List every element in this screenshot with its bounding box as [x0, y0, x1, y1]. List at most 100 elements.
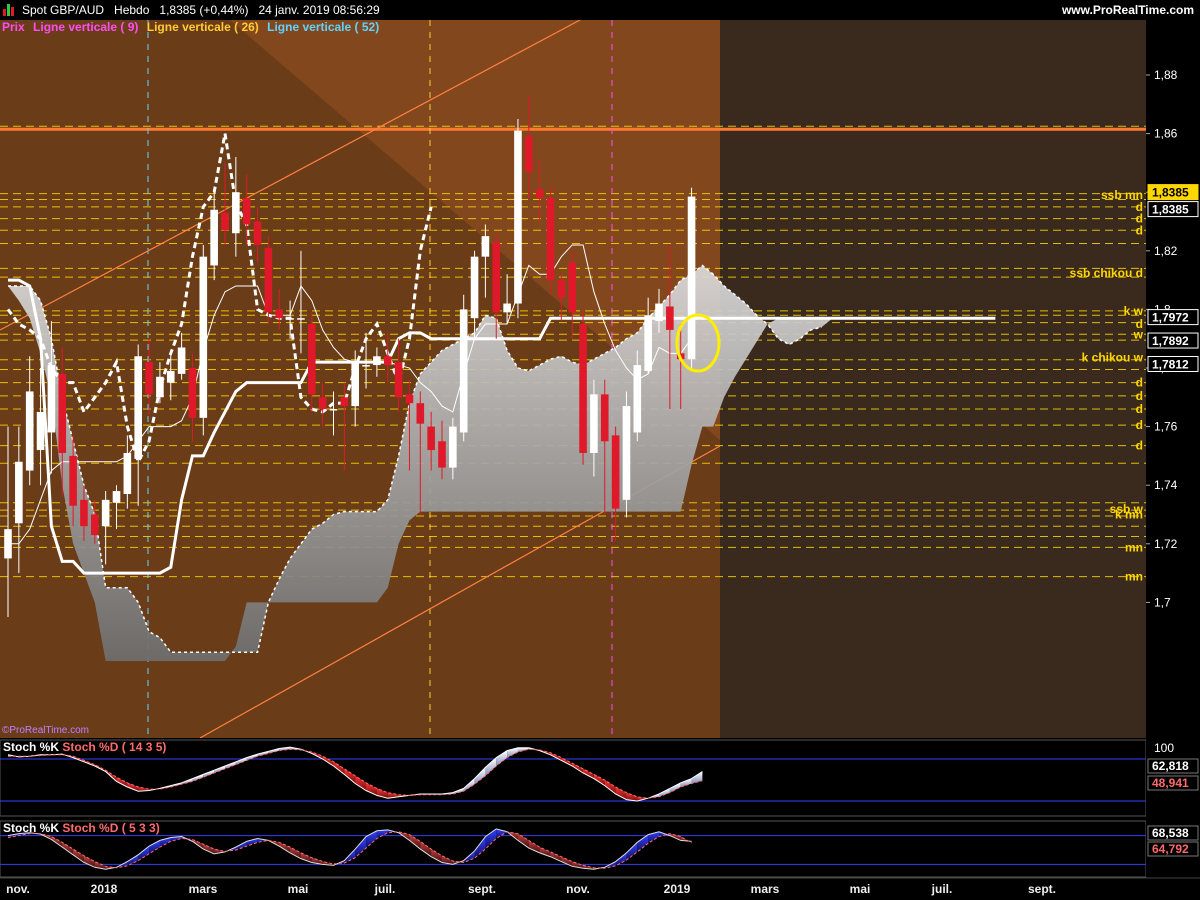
x-tick-label: mai: [849, 882, 871, 896]
level-label: w: [1133, 327, 1144, 341]
candle-body: [514, 130, 522, 304]
candle[interactable]: [199, 244, 208, 436]
prorealtime-watermark: ©ProRealTime.com: [2, 725, 90, 736]
candle-body: [416, 403, 425, 424]
candle-body: [308, 324, 316, 395]
price-axis[interactable]: 1,881,861,841,821,81,781,761,741,721,71,…: [1146, 20, 1200, 738]
candle-body: [633, 365, 642, 433]
legend-vline-26[interactable]: Ligne verticale ( 26): [147, 20, 259, 34]
x-tick-label: juil.: [931, 882, 953, 896]
stoch-k-label: Stoch %K: [3, 821, 60, 835]
level-label: d: [1136, 376, 1143, 390]
stoch-14-bg: [0, 739, 1147, 817]
level-label: d: [1136, 418, 1143, 432]
candle-body: [373, 356, 381, 366]
candle-body: [470, 256, 479, 319]
price-tag-text: 1,8385: [1152, 203, 1189, 217]
candle[interactable]: [459, 294, 468, 442]
level-label: d: [1136, 439, 1143, 453]
stoch-d-label: Stoch %D ( 5 3 3): [62, 821, 160, 835]
x-tick-label: sept.: [467, 882, 497, 896]
legend-prix[interactable]: Prix: [2, 20, 25, 34]
candle-body: [383, 356, 392, 366]
stoch14-k-value: 62,818: [1152, 759, 1189, 773]
candle-body: [611, 435, 620, 509]
stoch-axes: 100 62,818 48,941 68,538 64,792: [1146, 740, 1200, 877]
candle[interactable]: [579, 309, 587, 465]
candle-body: [318, 397, 327, 410]
ytick-label: 1,7: [1154, 595, 1171, 609]
candle-body: [177, 347, 186, 374]
candle-body: [557, 280, 566, 298]
legend: Prix Ligne verticale ( 9) Ligne vertical…: [2, 20, 384, 36]
candle[interactable]: [514, 118, 522, 319]
level-label: k chikou w: [1082, 351, 1144, 365]
candle-body: [101, 499, 110, 527]
candle-body: [145, 362, 153, 395]
candle[interactable]: [622, 391, 631, 518]
price-tag-text: 1,7812: [1152, 357, 1189, 371]
candle-body: [492, 242, 501, 313]
ytick-label: 1,76: [1154, 420, 1178, 434]
future-zone: [720, 20, 1146, 738]
stoch-k-label: Stoch %K: [3, 740, 60, 754]
ytick-label: 1,82: [1154, 244, 1178, 258]
x-tick-label: mai: [287, 882, 309, 896]
candle-body: [644, 315, 652, 371]
candle-body: [242, 198, 251, 225]
candle-body: [503, 303, 511, 313]
stoch-ytick: 100: [1154, 741, 1174, 755]
candle-body: [221, 212, 229, 231]
stoch-14-label[interactable]: Stoch %K Stoch %D ( 14 3 5): [3, 740, 166, 754]
candle-body: [297, 318, 305, 320]
candle[interactable]: [687, 187, 696, 368]
candle[interactable]: [546, 186, 555, 295]
candle-body: [232, 192, 240, 234]
level-label: mn: [1125, 540, 1143, 554]
candle-body: [351, 362, 359, 407]
stoch14-d-value: 48,941: [1152, 776, 1189, 790]
level-label: mn: [1125, 570, 1143, 584]
level-label: d: [1136, 223, 1143, 237]
stoch-14-panel[interactable]: [0, 739, 1147, 817]
candle-body: [655, 303, 663, 322]
main-panel[interactable]: ssb mndddssb chikou dk wdwk chikou wdddd…: [0, 20, 1146, 738]
candle-body: [362, 365, 370, 367]
candle-body: [405, 394, 414, 404]
ytick-label: 1,86: [1154, 127, 1178, 141]
x-tick-label: nov.: [566, 882, 590, 896]
candle-body: [286, 318, 294, 320]
candle-body: [329, 409, 338, 411]
level-label: ssb chikou d: [1070, 266, 1143, 280]
legend-vline-52[interactable]: Ligne verticale ( 52): [267, 20, 379, 34]
candle-body: [134, 356, 142, 459]
candle[interactable]: [264, 236, 273, 325]
legend-vline-9[interactable]: Ligne verticale ( 9): [33, 20, 138, 34]
candle-body: [69, 455, 77, 506]
candle-body: [579, 324, 587, 453]
candle-body: [112, 491, 121, 503]
candle-body: [438, 441, 446, 468]
stoch-d-label: Stoch %D ( 14 3 5): [62, 740, 167, 754]
ytick-label: 1,72: [1154, 537, 1178, 551]
candle-body: [622, 406, 631, 500]
level-label: k mn: [1115, 508, 1143, 522]
candle-body: [47, 365, 56, 433]
candle-body: [166, 370, 175, 383]
stoch5-k-value: 68,538: [1152, 826, 1189, 840]
candle-body: [123, 452, 132, 494]
candle-body: [394, 362, 403, 398]
candle-body: [264, 247, 273, 313]
x-tick-label: juil.: [374, 882, 396, 896]
price-tag-text: 1,7972: [1152, 311, 1189, 325]
x-tick-label: 2018: [90, 882, 118, 896]
candle-body: [687, 196, 696, 360]
stoch-5-panel[interactable]: [0, 820, 1147, 878]
x-tick-label: mars: [750, 882, 780, 896]
chart-canvas[interactable]: ssb mndddssb chikou dk wdwk chikou wdddd…: [0, 0, 1200, 900]
stoch-5-label[interactable]: Stoch %K Stoch %D ( 5 3 3): [3, 821, 160, 835]
candle-body: [525, 136, 533, 172]
x-tick-label: mars: [188, 882, 218, 896]
candle-body: [568, 262, 576, 313]
candle-body: [4, 529, 12, 559]
